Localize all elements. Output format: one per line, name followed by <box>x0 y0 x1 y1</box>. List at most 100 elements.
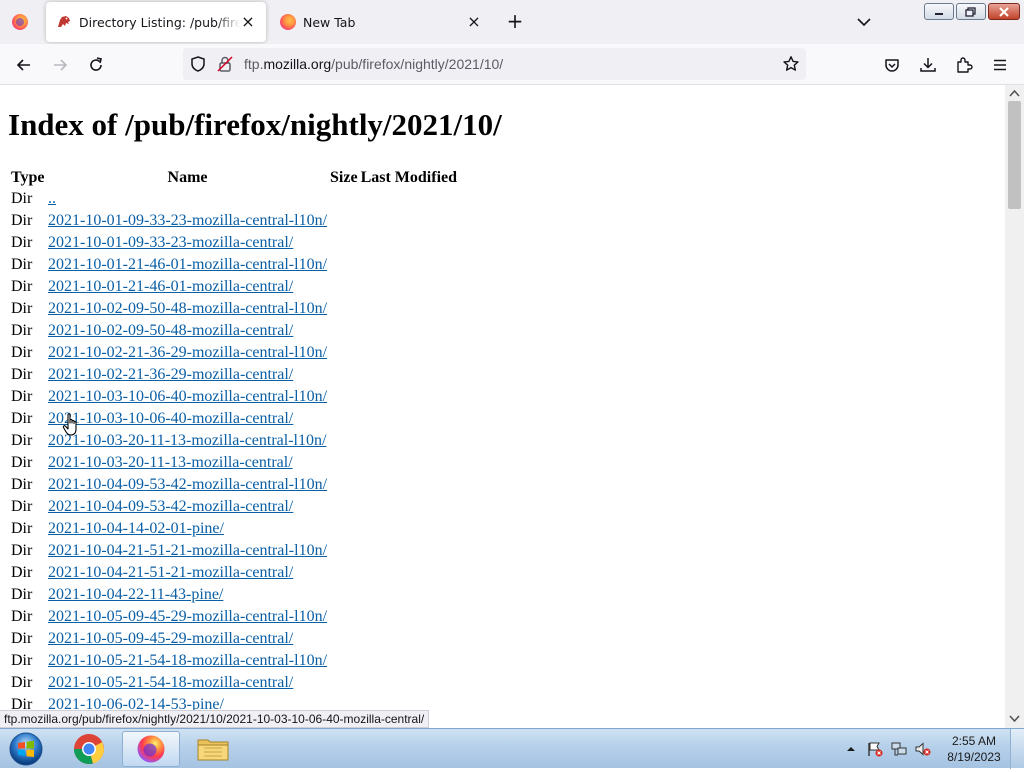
tab-title: Directory Listing: /pub/firefox/nightly/… <box>79 14 240 30</box>
back-button[interactable] <box>11 52 37 78</box>
bookmark-star-icon[interactable] <box>782 55 800 73</box>
row-last-modified <box>361 672 457 694</box>
row-type: Dir <box>11 696 33 710</box>
folder-icon <box>197 739 229 761</box>
vertical-scrollbar[interactable] <box>1005 85 1024 728</box>
directory-link[interactable]: 2021-10-06-02-14-53-pine/ <box>48 696 224 710</box>
table-row: Dir 2021-10-06-02-14-53-pine/ <box>11 694 457 710</box>
row-name-cell: 2021-10-04-09-53-42-mozilla-central-l10n… <box>48 474 327 496</box>
row-name-cell: 2021-10-05-21-54-18-mozilla-central/ <box>48 672 327 694</box>
directory-link[interactable]: 2021-10-01-09-33-23-mozilla-central/ <box>48 234 293 251</box>
close-tab-icon[interactable]: × <box>466 14 482 30</box>
directory-link[interactable]: 2021-10-01-21-46-01-mozilla-central-l10n… <box>48 256 327 273</box>
directory-link[interactable]: 2021-10-03-10-06-40-mozilla-central/ <box>48 410 293 427</box>
directory-link[interactable]: 2021-10-05-21-54-18-mozilla-central-l10n… <box>48 652 327 669</box>
directory-link[interactable]: 2021-10-04-21-51-21-mozilla-central-l10n… <box>48 542 327 559</box>
tab-directory-listing[interactable]: Directory Listing: /pub/firefox/nightly/… <box>46 2 266 42</box>
tracking-protection-shield-icon[interactable] <box>189 55 207 73</box>
directory-link[interactable]: 2021-10-05-09-45-29-mozilla-central-l10n… <box>48 608 327 625</box>
show-hidden-icons-arrow-icon[interactable] <box>842 741 860 757</box>
row-type: Dir <box>11 652 33 669</box>
row-size <box>330 496 358 518</box>
close-tab-icon[interactable]: × <box>240 14 256 30</box>
directory-link[interactable]: 2021-10-04-09-53-42-mozilla-central-l10n… <box>48 476 327 493</box>
row-type: Dir <box>11 498 33 515</box>
app-menu-button[interactable] <box>987 52 1013 78</box>
row-last-modified <box>361 276 457 298</box>
directory-link[interactable]: 2021-10-02-21-36-29-mozilla-central-l10n… <box>48 344 327 361</box>
row-last-modified <box>361 496 457 518</box>
directory-link[interactable]: 2021-10-04-14-02-01-pine/ <box>48 520 224 537</box>
tab-new-tab[interactable]: New Tab × <box>270 2 492 42</box>
close-window-button[interactable] <box>988 3 1020 20</box>
puzzle-piece-icon <box>957 57 973 73</box>
firefox-icon <box>12 14 28 30</box>
row-size <box>330 518 358 540</box>
windows-taskbar: 2:55 AM 8/19/2023 <box>0 728 1024 769</box>
directory-link[interactable]: 2021-10-03-10-06-40-mozilla-central-l10n… <box>48 388 327 405</box>
row-size <box>330 386 358 408</box>
list-all-tabs-button[interactable] <box>852 12 876 32</box>
firefox-view-button[interactable] <box>8 10 32 34</box>
insecure-lock-icon[interactable] <box>216 55 234 73</box>
network-icon[interactable] <box>890 741 908 757</box>
directory-link[interactable]: 2021-10-03-20-11-13-mozilla-central-l10n… <box>48 432 326 449</box>
row-last-modified <box>361 606 457 628</box>
minimize-button[interactable] <box>924 3 954 20</box>
table-row: Dir 2021-10-03-10-06-40-mozilla-central-l… <box>11 386 457 408</box>
start-button[interactable] <box>6 730 46 768</box>
status-panel: ftp.mozilla.org/pub/firefox/nightly/2021… <box>0 710 430 728</box>
scroll-up-arrow-icon[interactable] <box>1009 88 1020 98</box>
action-center-flag-icon[interactable] <box>866 741 884 757</box>
row-name-cell: 2021-10-05-21-54-18-mozilla-central-l10n… <box>48 650 327 672</box>
directory-link[interactable]: 2021-10-05-09-45-29-mozilla-central/ <box>48 630 293 647</box>
downloads-button[interactable] <box>915 52 941 78</box>
row-name-cell: 2021-10-04-22-11-43-pine/ <box>48 584 327 606</box>
table-row: Dir 2021-10-01-21-46-01-mozilla-central/ <box>11 276 457 298</box>
address-bar[interactable]: ftp.mozilla.org/pub/firefox/nightly/2021… <box>183 48 806 80</box>
directory-link[interactable]: 2021-10-01-09-33-23-mozilla-central-l10n… <box>48 212 327 229</box>
show-desktop-button[interactable] <box>1010 729 1024 769</box>
scroll-down-arrow-icon[interactable] <box>1009 714 1020 724</box>
table-row: Dir 2021-10-04-21-51-21-mozilla-central/ <box>11 562 457 584</box>
directory-link[interactable]: 2021-10-02-09-50-48-mozilla-central/ <box>48 322 293 339</box>
arrow-left-icon <box>16 59 30 71</box>
row-last-modified <box>361 562 457 584</box>
taskbar-firefox[interactable] <box>122 731 180 767</box>
row-name-cell: 2021-10-01-09-33-23-mozilla-central/ <box>48 232 327 254</box>
directory-link[interactable]: 2021-10-04-21-51-21-mozilla-central/ <box>48 564 293 581</box>
new-tab-button[interactable]: + <box>503 10 527 34</box>
row-last-modified <box>361 408 457 430</box>
pocket-button[interactable] <box>879 52 905 78</box>
table-row: Dir 2021-10-01-09-33-23-mozilla-central-l… <box>11 210 457 232</box>
table-row: Dir.. <box>11 188 457 210</box>
parent-directory-link[interactable]: .. <box>48 190 56 207</box>
row-type: Dir <box>11 454 33 471</box>
forward-button[interactable] <box>47 52 73 78</box>
extensions-button[interactable] <box>951 52 977 78</box>
page-content: Index of /pub/firefox/nightly/2021/10/ T… <box>0 85 1005 710</box>
scrollbar-thumb[interactable] <box>1008 101 1021 209</box>
table-row: Dir 2021-10-05-21-54-18-mozilla-central-l… <box>11 650 457 672</box>
row-type: Dir <box>11 300 33 317</box>
reload-button[interactable] <box>83 52 109 78</box>
directory-link[interactable]: 2021-10-04-22-11-43-pine/ <box>48 586 223 603</box>
row-last-modified <box>361 232 457 254</box>
taskbar-file-explorer[interactable] <box>184 731 242 767</box>
row-last-modified <box>361 474 457 496</box>
url-path: /pub/firefox/nightly/2021/10/ <box>331 56 504 72</box>
url-text[interactable]: ftp.mozilla.org/pub/firefox/nightly/2021… <box>244 56 503 72</box>
directory-listing-table: Type Name Size Last Modified Dir.. Dir 202… <box>8 168 460 710</box>
directory-link[interactable]: 2021-10-02-21-36-29-mozilla-central/ <box>48 366 293 383</box>
directory-link[interactable]: 2021-10-05-21-54-18-mozilla-central/ <box>48 674 293 691</box>
taskbar-chrome[interactable] <box>60 731 118 767</box>
directory-link[interactable]: 2021-10-01-21-46-01-mozilla-central/ <box>48 278 293 295</box>
tab-strip: Directory Listing: /pub/firefox/nightly/… <box>0 0 1024 44</box>
taskbar-clock[interactable]: 2:55 AM 8/19/2023 <box>944 733 1004 765</box>
restore-button[interactable] <box>956 3 986 20</box>
row-last-modified <box>361 452 457 474</box>
volume-muted-icon[interactable] <box>914 741 932 757</box>
directory-link[interactable]: 2021-10-04-09-53-42-mozilla-central/ <box>48 498 293 515</box>
directory-link[interactable]: 2021-10-02-09-50-48-mozilla-central-l10n… <box>48 300 327 317</box>
directory-link[interactable]: 2021-10-03-20-11-13-mozilla-central/ <box>48 454 293 471</box>
